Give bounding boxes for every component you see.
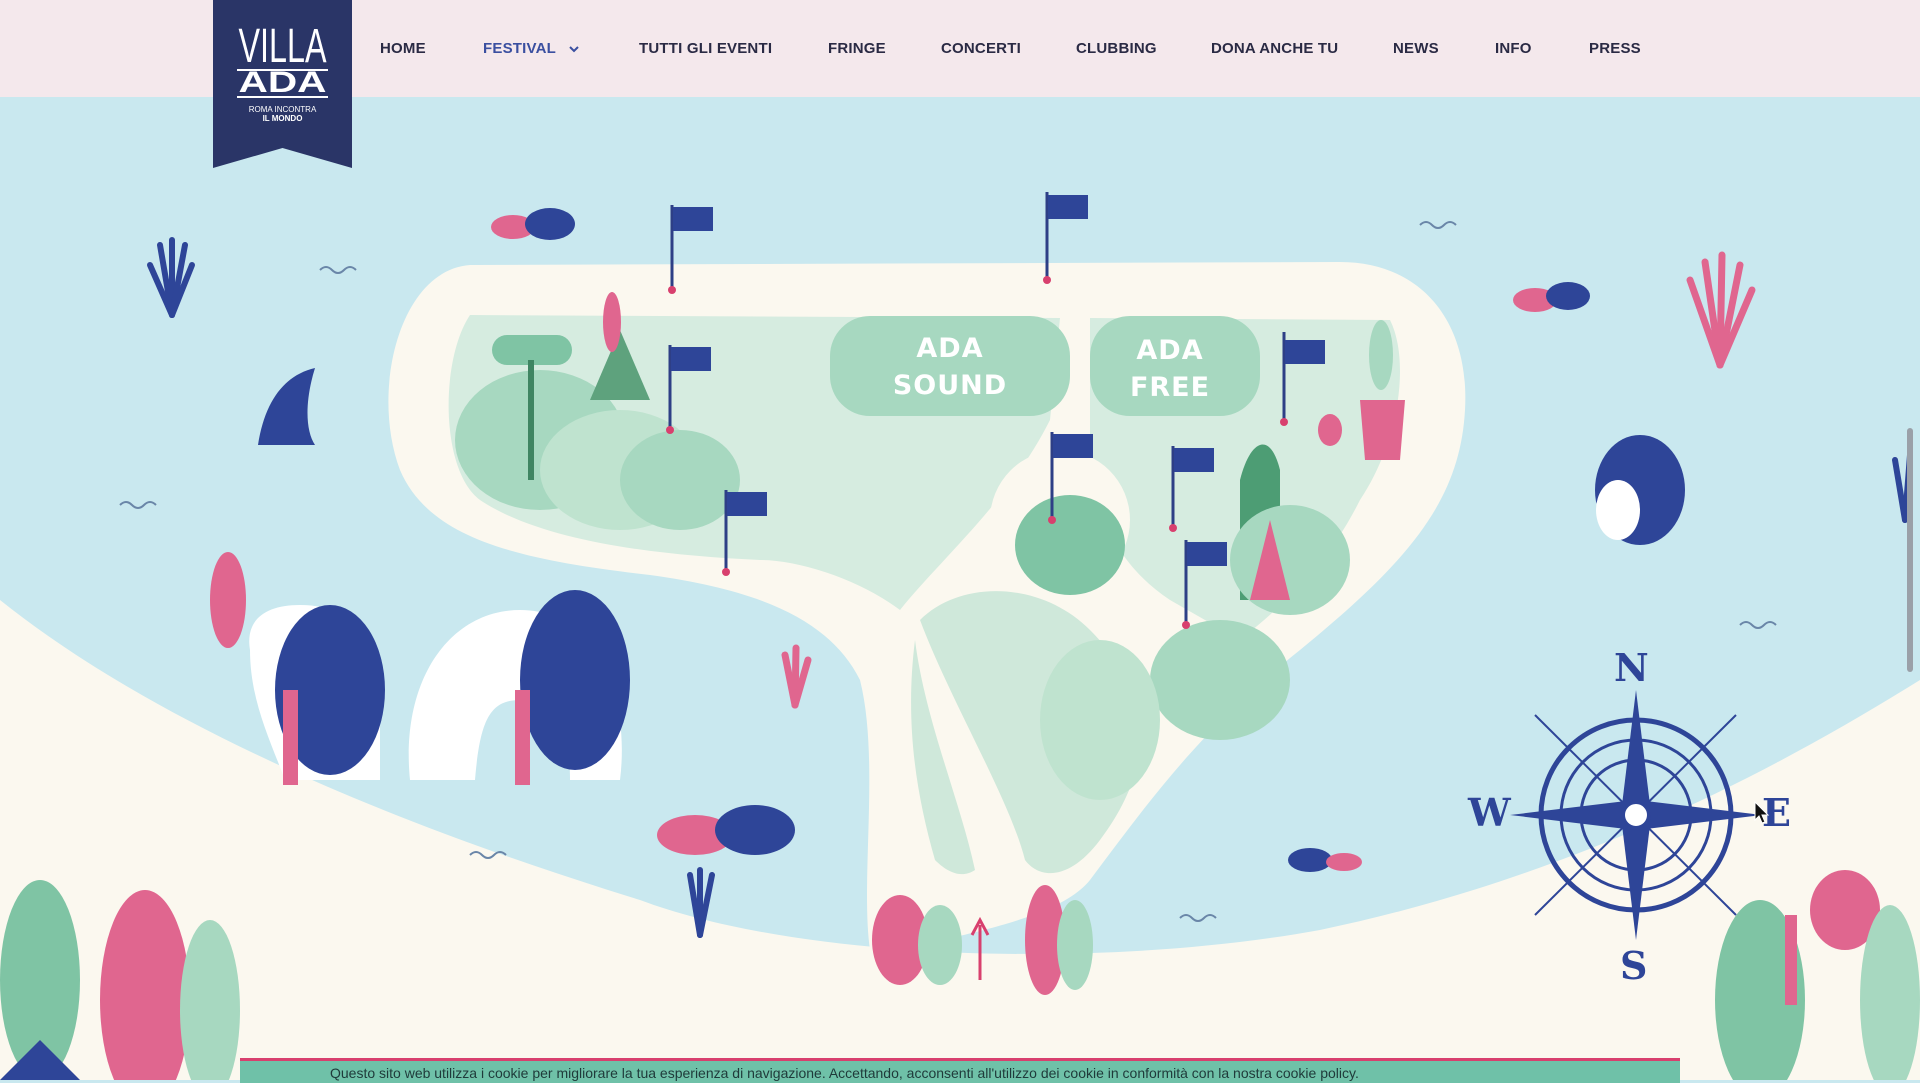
stage-label-ada-free[interactable]: ADA FREE xyxy=(1110,332,1230,406)
logo-tagline-2: IL MONDO xyxy=(263,114,303,123)
menu-item-label: CONCERTI xyxy=(941,40,1021,57)
menu-item-label: FESTIVAL xyxy=(483,40,556,57)
logo-ada-text: ADA xyxy=(239,66,327,99)
menu-item-label: TUTTI GLI EVENTI xyxy=(639,40,773,57)
cookie-notice-text: Questo sito web utilizza i cookie per mi… xyxy=(330,1065,1359,1081)
chevron-down-icon xyxy=(569,46,579,53)
menu-item-label: INFO xyxy=(1495,40,1532,57)
menu-item-news[interactable]: NEWS xyxy=(1393,40,1439,57)
menu-item-label: HOME xyxy=(380,40,426,57)
villa-ada-logo[interactable]: VILLA ADA ROMA INCONTRA IL MONDO xyxy=(213,0,352,168)
mouse-cursor-icon xyxy=(1754,801,1770,824)
menu-item-festival[interactable]: FESTIVAL xyxy=(483,40,580,57)
stage-label-line: SOUND xyxy=(892,370,1008,401)
menu-item-label: FRINGE xyxy=(828,40,886,57)
menu-item-label: PRESS xyxy=(1589,40,1641,57)
compass-west-label: W xyxy=(1468,790,1511,835)
menu-item-fringe[interactable]: FRINGE xyxy=(828,40,886,57)
menu-item-label: NEWS xyxy=(1393,40,1439,57)
stage-label-ada-sound[interactable]: ADA SOUND xyxy=(880,330,1020,404)
compass-north-label: N xyxy=(1614,645,1649,690)
menu-item-info[interactable]: INFO xyxy=(1495,40,1532,57)
logo-tagline-1: ROMA INCONTRA xyxy=(249,105,317,114)
stage-label-line: FREE xyxy=(1129,372,1211,403)
menu-item-clubbing[interactable]: CLUBBING xyxy=(1076,40,1157,57)
stage-label-line: ADA xyxy=(1136,335,1204,366)
menu-item-tutti-gli-eventi[interactable]: TUTTI GLI EVENTI xyxy=(639,40,772,57)
menu-item-home[interactable]: HOME xyxy=(380,40,426,57)
menu-item-press[interactable]: PRESS xyxy=(1589,40,1641,57)
menu-item-dona-anche-tu[interactable]: DONA ANCHE TU xyxy=(1211,40,1338,57)
menu-item-concerti[interactable]: CONCERTI xyxy=(941,40,1021,57)
stage-label-line: ADA xyxy=(916,333,984,364)
compass-south-label: S xyxy=(1620,943,1648,988)
menu-item-label: CLUBBING xyxy=(1076,40,1157,57)
cookie-notice-bar: Questo sito web utilizza i cookie per mi… xyxy=(240,1058,1680,1083)
menu-item-label: DONA ANCHE TU xyxy=(1211,40,1339,57)
page-scrollbar[interactable] xyxy=(1907,428,1913,672)
